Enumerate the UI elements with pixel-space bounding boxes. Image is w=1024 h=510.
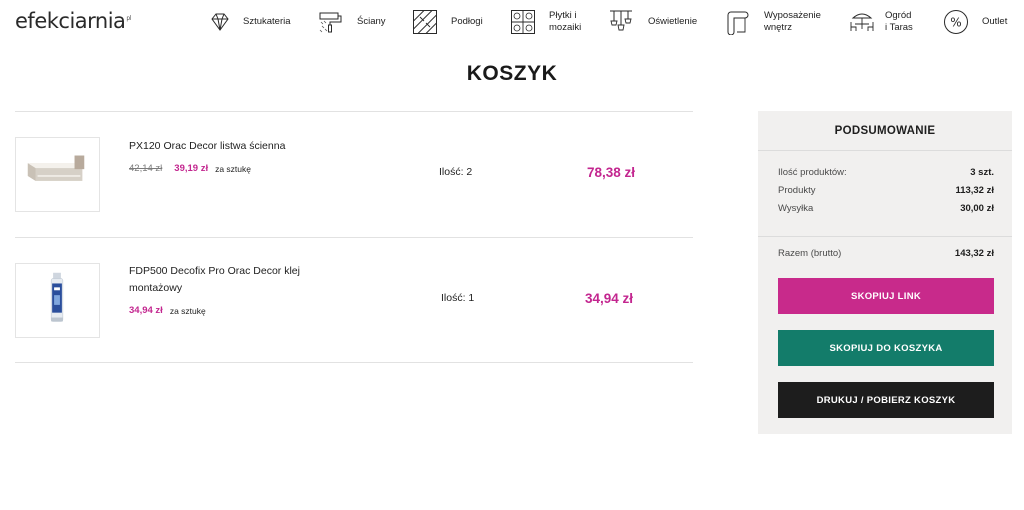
- copy-to-cart-button[interactable]: SKOPIUJ DO KOSZYKA: [778, 330, 994, 366]
- nav-label: Ściany: [357, 16, 386, 27]
- nav-label: Podłogi: [451, 16, 483, 27]
- wall-molding-image: [27, 155, 85, 181]
- summary-value: 30,00 zł: [960, 203, 994, 214]
- nav-label: Wyposażenie wnętrz: [764, 10, 821, 33]
- product-image[interactable]: [15, 263, 100, 338]
- divider: [15, 362, 693, 363]
- floor-planks-icon: [412, 9, 438, 35]
- per-unit-label: za sztukę: [169, 305, 206, 316]
- nav-item-podlogi[interactable]: Podłogi: [412, 6, 483, 38]
- nav-label: Ogród i Taras: [885, 10, 913, 33]
- print-download-cart-button[interactable]: DRUKUJ / POBIERZ KOSZYK: [778, 382, 994, 418]
- summary-label: Produkty: [778, 185, 816, 196]
- page-title: KOSZYK: [466, 62, 558, 85]
- summary-shipping: Wysyłka 30,00 zł: [778, 203, 994, 214]
- logo-text: efekciarnia: [15, 9, 126, 33]
- summary-panel: PODSUMOWANIE Ilość produktów: 3 szt. Pro…: [758, 111, 1012, 434]
- diamond-icon: [207, 9, 233, 35]
- cart-item: PX120 Orac Decor listwa ścienna 42,14 zł…: [15, 111, 693, 237]
- nav-item-plytki[interactable]: Płytki i mozaiki: [510, 6, 581, 38]
- nav-item-wyposazenie[interactable]: Wyposażenie wnętrz: [725, 6, 821, 38]
- nav-label: Płytki i mozaiki: [549, 10, 582, 33]
- summary-label: Wysyłka: [778, 203, 814, 214]
- pendant-lamp-icon: [608, 9, 634, 35]
- summary-value: 143,32 zł: [954, 248, 994, 259]
- price-line: 34,94 zł za sztukę: [129, 305, 206, 316]
- summary-label: Ilość produktów:: [778, 167, 847, 178]
- product-name[interactable]: PX120 Orac Decor listwa ścienna: [129, 138, 339, 155]
- adhesive-tube-image: [50, 272, 64, 322]
- svg-text:%: %: [950, 16, 961, 30]
- old-price: 42,14 zł: [129, 163, 163, 174]
- tiles-icon: [510, 9, 536, 35]
- nav-item-oswietlenie[interactable]: Oświetlenie: [608, 6, 697, 38]
- cart-item: FDP500 Decofix Pro Orac Decor klej monta…: [15, 237, 693, 363]
- nav-label: Outlet: [982, 16, 1008, 27]
- summary-total: Razem (brutto) 143,32 zł: [778, 248, 994, 259]
- rolled-rug-icon: [725, 9, 751, 35]
- logo[interactable]: efekciarniapl: [15, 9, 131, 33]
- site-header: efekciarniapl Sztukateria Ściany Podłogi…: [0, 0, 1024, 44]
- summary-products-count: Ilość produktów: 3 szt.: [778, 167, 994, 178]
- quantity: Ilość: 2: [439, 166, 473, 178]
- summary-title: PODSUMOWANIE: [758, 111, 1012, 151]
- summary-divider: [758, 236, 1012, 237]
- price-line: 42,14 zł 39,19 zł za sztukę: [129, 163, 251, 174]
- summary-value: 113,32 zł: [955, 185, 994, 196]
- copy-link-button[interactable]: SKOPIUJ LINK: [778, 278, 994, 314]
- nav-label: Sztukateria: [243, 16, 291, 27]
- logo-suffix: pl: [126, 15, 131, 22]
- unit-price: 39,19 zł: [174, 163, 209, 174]
- percent-icon: %: [943, 9, 969, 35]
- summary-label: Razem (brutto): [778, 248, 842, 259]
- nav-item-outlet[interactable]: % Outlet: [943, 6, 1007, 38]
- row-total: 34,94 zł: [585, 291, 634, 306]
- quantity: Ilość: 1: [441, 292, 475, 304]
- nav-item-sciany[interactable]: Ściany: [318, 6, 386, 38]
- paint-roller-icon: [318, 9, 344, 35]
- nav-label: Oświetlenie: [648, 16, 698, 27]
- product-name[interactable]: FDP500 Decofix Pro Orac Decor klej monta…: [129, 263, 339, 297]
- summary-products: Produkty 113,32 zł: [778, 185, 994, 196]
- product-image[interactable]: [15, 137, 100, 212]
- per-unit-label: za sztukę: [215, 163, 251, 174]
- nav-item-sztukateria[interactable]: Sztukateria: [207, 6, 291, 38]
- row-total: 78,38 zł: [587, 165, 636, 180]
- unit-price: 34,94 zł: [129, 305, 163, 316]
- garden-table-icon: [849, 9, 875, 35]
- nav-item-ogrod[interactable]: Ogród i Taras: [849, 6, 913, 38]
- summary-value: 3 szt.: [970, 167, 994, 178]
